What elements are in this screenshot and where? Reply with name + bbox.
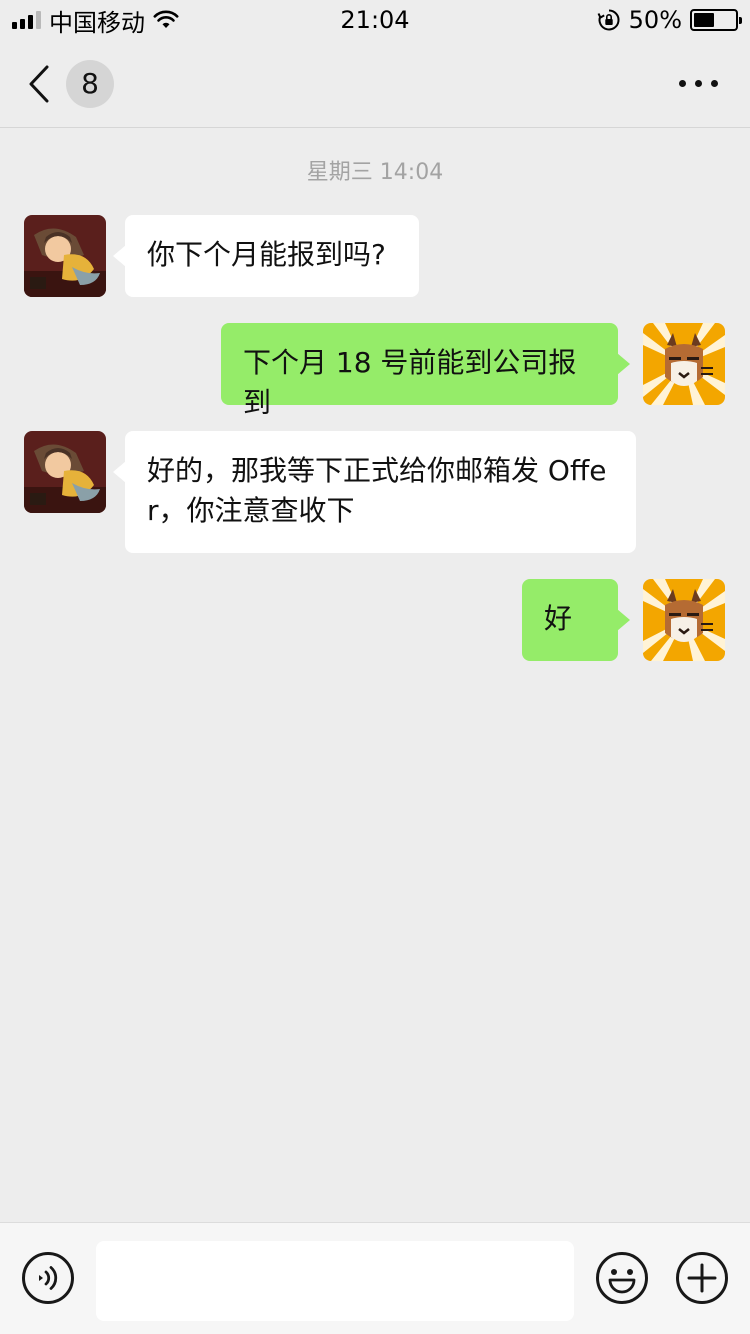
more-features-button[interactable] bbox=[675, 1251, 729, 1305]
my-avatar[interactable] bbox=[643, 323, 725, 405]
wifi-icon bbox=[153, 10, 179, 28]
carrier-label: 中国移动 bbox=[49, 8, 145, 37]
status-bar: 中国移动 21:04 50% bbox=[0, 0, 750, 40]
input-bar bbox=[0, 1222, 750, 1334]
rotation-lock-icon bbox=[597, 9, 620, 31]
message-text: 下个月 18 号前能到公司报到 bbox=[243, 346, 577, 419]
message-bubble[interactable]: 好的，那我等下正式给你邮箱发 Offe r，你注意查收下 bbox=[113, 431, 636, 553]
message-bubble[interactable]: 好 bbox=[522, 579, 630, 661]
message-text: 你下个月能报到吗? bbox=[147, 238, 386, 271]
plus-icon[interactable] bbox=[675, 1251, 729, 1305]
message-text: 好的，那我等下正式给你邮箱发 Offe r，你注意查收下 bbox=[147, 454, 607, 527]
voice-button[interactable] bbox=[21, 1251, 75, 1305]
message-bubble[interactable]: 下个月 18 号前能到公司报到 bbox=[221, 323, 630, 419]
back-button[interactable]: 8 bbox=[28, 59, 114, 108]
signal-icon bbox=[12, 11, 41, 29]
emoji-button[interactable] bbox=[595, 1251, 649, 1305]
chat-area[interactable]: 星期三 14:04 你下个月能报到吗? 下个月 18 号前能到公司报到 好的，那… bbox=[0, 128, 750, 1222]
voice-icon[interactable] bbox=[21, 1251, 75, 1305]
nav-bar: 8 bbox=[0, 40, 750, 128]
battery-fill bbox=[694, 13, 714, 27]
status-left: 中国移动 bbox=[12, 3, 179, 38]
status-right: 50% bbox=[597, 6, 742, 34]
my-avatar[interactable] bbox=[643, 579, 725, 661]
message-input[interactable] bbox=[96, 1241, 574, 1321]
contact-avatar[interactable] bbox=[24, 215, 106, 297]
message-text: 好 bbox=[544, 602, 573, 635]
emoji-icon[interactable] bbox=[595, 1251, 649, 1305]
unread-count-badge[interactable]: 8 bbox=[66, 59, 114, 108]
message-timestamp: 星期三 14:04 bbox=[306, 160, 444, 185]
battery-percent: 50% bbox=[628, 6, 682, 34]
battery-icon bbox=[690, 9, 742, 31]
message-bubble[interactable]: 你下个月能报到吗? bbox=[113, 215, 419, 297]
chevron-left-icon[interactable] bbox=[28, 62, 58, 106]
contact-avatar[interactable] bbox=[24, 431, 106, 513]
ellipsis-icon[interactable] bbox=[675, 70, 722, 97]
